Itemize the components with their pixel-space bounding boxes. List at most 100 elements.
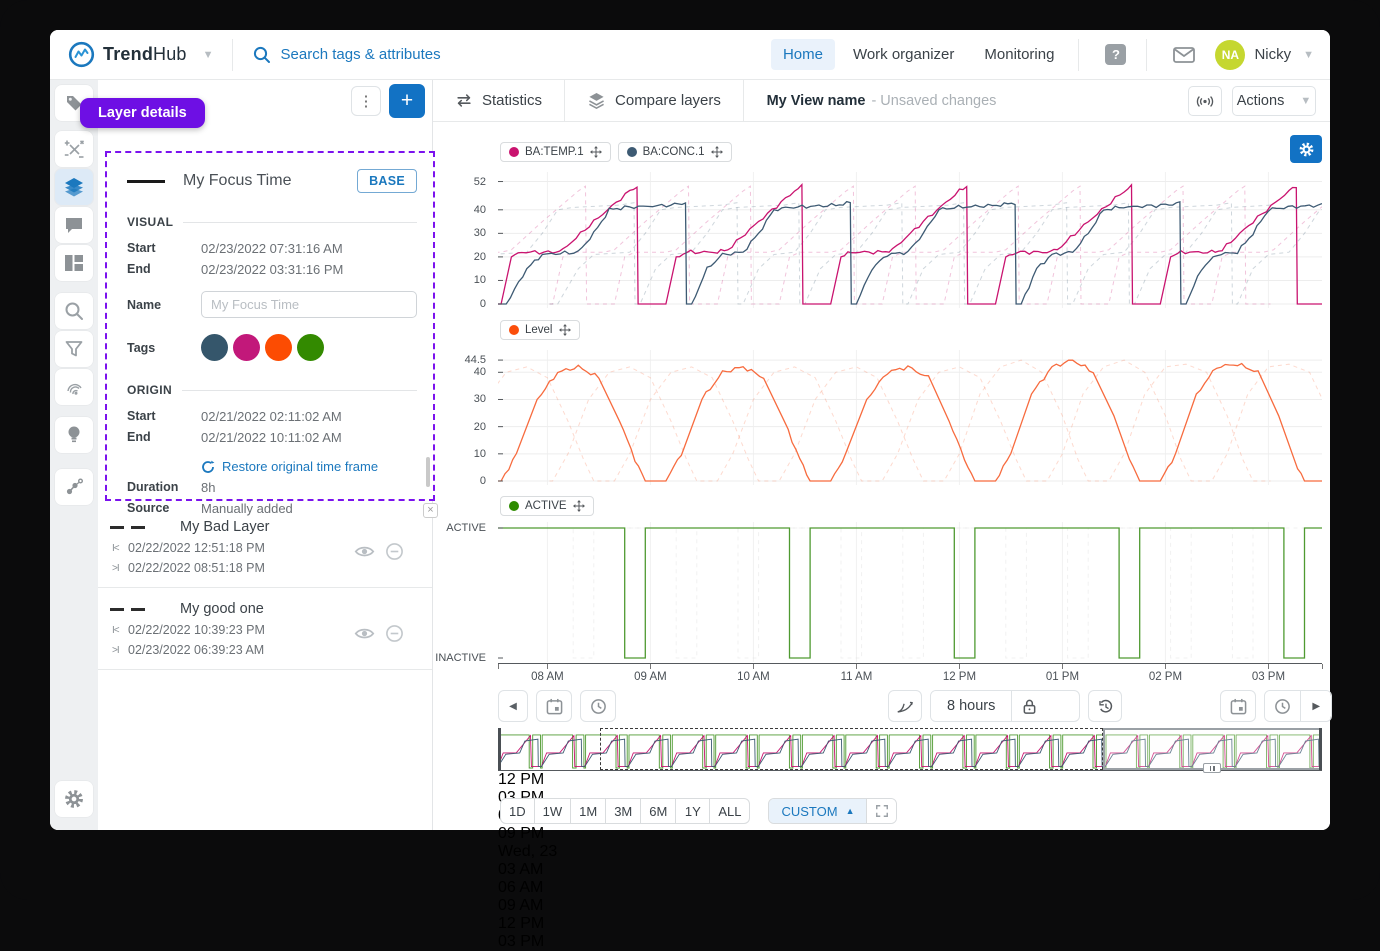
duration-label: Duration bbox=[127, 480, 201, 495]
range-button-all[interactable]: ALL bbox=[710, 798, 750, 824]
tag-color-blue[interactable] bbox=[201, 334, 228, 361]
legend-chip-active[interactable]: ACTIVE bbox=[500, 496, 594, 516]
layer-list-item[interactable]: My Bad Layer I<02/22/2022 12:51:18 PM >I… bbox=[98, 506, 432, 588]
nav-home[interactable]: Home bbox=[771, 39, 835, 70]
eye-icon[interactable] bbox=[354, 544, 375, 559]
overview-left-handle[interactable] bbox=[498, 728, 501, 770]
help-button[interactable]: ? bbox=[1091, 30, 1140, 80]
focus-window-drag-handle[interactable] bbox=[1203, 763, 1221, 773]
sidebar-item-comments[interactable] bbox=[54, 206, 94, 244]
nav-monitoring[interactable]: Monitoring bbox=[972, 39, 1066, 70]
eye-icon[interactable] bbox=[354, 626, 375, 641]
chart-level[interactable] bbox=[498, 350, 1322, 485]
range-button-1y[interactable]: 1Y bbox=[676, 798, 710, 824]
global-search[interactable] bbox=[253, 46, 611, 64]
compare-trends-button[interactable] bbox=[888, 690, 922, 722]
statistics-button[interactable]: Statistics bbox=[433, 80, 564, 122]
filter-icon bbox=[65, 340, 83, 358]
move-icon[interactable] bbox=[559, 324, 571, 336]
card-scrollbar[interactable] bbox=[426, 457, 430, 487]
history-icon bbox=[1097, 698, 1114, 715]
avatar: NA bbox=[1215, 40, 1245, 70]
move-icon[interactable] bbox=[711, 146, 723, 158]
nav-work-organizer[interactable]: Work organizer bbox=[841, 39, 966, 70]
legend-chip-ba-conc[interactable]: BA:CONC.1 bbox=[618, 142, 732, 162]
layer-list-item[interactable]: My good one I<02/22/2022 10:39:23 PM >I0… bbox=[98, 588, 432, 670]
context-overview[interactable] bbox=[498, 728, 1322, 770]
expand-icon[interactable] bbox=[866, 799, 896, 823]
add-layer-button[interactable]: + bbox=[389, 84, 425, 118]
live-mode-button[interactable] bbox=[1188, 86, 1222, 116]
brand-name: TrendHub bbox=[103, 44, 187, 65]
move-icon[interactable] bbox=[573, 500, 585, 512]
chart-settings-button[interactable] bbox=[1290, 135, 1322, 163]
end-time-button[interactable] bbox=[1265, 691, 1300, 721]
layer-range-box[interactable] bbox=[600, 728, 1103, 770]
compare-layers-button[interactable]: Compare layers bbox=[565, 80, 743, 122]
panel-kebab-menu-button[interactable]: ⋮ bbox=[351, 86, 381, 116]
time-tick-label: 08 AM bbox=[531, 671, 564, 683]
sidebar-item-settings[interactable] bbox=[54, 780, 94, 818]
legend-chip-ba-temp[interactable]: BA:TEMP.1 bbox=[500, 142, 611, 162]
sidebar-item-fingerprint[interactable] bbox=[54, 368, 94, 406]
pan-right-button[interactable]: ▶ bbox=[1300, 691, 1331, 721]
lock-duration-button[interactable] bbox=[1011, 691, 1047, 721]
remove-layer-icon[interactable] bbox=[385, 542, 404, 561]
range-button-1m[interactable]: 1M bbox=[571, 798, 606, 824]
range-button-1w[interactable]: 1W bbox=[535, 798, 572, 824]
sidebar-item-calculations[interactable] bbox=[54, 130, 94, 168]
move-icon[interactable] bbox=[590, 146, 602, 158]
chart-active[interactable] bbox=[498, 522, 1322, 662]
start-time-button[interactable] bbox=[580, 690, 616, 722]
tag-color-green[interactable] bbox=[297, 334, 324, 361]
series-color-dot bbox=[509, 325, 519, 335]
source-value: Manually added bbox=[201, 501, 293, 516]
sidebar-item-dashboards[interactable] bbox=[54, 244, 94, 282]
overview-right-handle[interactable] bbox=[1319, 728, 1322, 770]
y-tick-label: 0 bbox=[480, 298, 486, 310]
base-button[interactable]: BASE bbox=[357, 169, 417, 193]
custom-range-button[interactable]: CUSTOM▲ bbox=[769, 799, 866, 823]
close-icon[interactable]: × bbox=[423, 503, 438, 518]
layer-list: My Bad Layer I<02/22/2022 12:51:18 PM >I… bbox=[98, 506, 432, 670]
visual-section-heading: VISUAL bbox=[127, 215, 173, 229]
layer-name-input[interactable] bbox=[201, 291, 417, 318]
tag-color-orange[interactable] bbox=[265, 334, 292, 361]
pan-left-button[interactable]: ◀ bbox=[498, 690, 528, 722]
brand-chevron-down-icon[interactable]: ▼ bbox=[203, 49, 214, 61]
focus-window[interactable] bbox=[1103, 728, 1322, 770]
start-marker-icon: I< bbox=[112, 625, 128, 636]
history-button[interactable] bbox=[1088, 690, 1122, 722]
tag-color-pink[interactable] bbox=[233, 334, 260, 361]
sidebar-item-recommendations[interactable] bbox=[54, 416, 94, 454]
range-button-6m[interactable]: 6M bbox=[641, 798, 676, 824]
end-calendar-button[interactable] bbox=[1220, 690, 1256, 722]
actions-button[interactable]: Actions▼ bbox=[1232, 86, 1316, 116]
chevron-down-icon: ▼ bbox=[1300, 95, 1311, 107]
y-tick-label: 30 bbox=[474, 227, 486, 239]
remove-layer-icon[interactable] bbox=[385, 624, 404, 643]
duration-button[interactable]: 8 hours bbox=[931, 691, 1011, 721]
refresh-icon bbox=[201, 460, 215, 474]
sidebar-item-search[interactable] bbox=[54, 292, 94, 330]
start-calendar-button[interactable] bbox=[536, 690, 572, 722]
legend-chip-level[interactable]: Level bbox=[500, 320, 580, 340]
search-input[interactable] bbox=[281, 46, 611, 63]
source-label: Source bbox=[127, 501, 201, 516]
sidebar-item-data-points[interactable] bbox=[54, 468, 94, 506]
end-marker-icon: >I bbox=[112, 563, 128, 574]
inbox-button[interactable] bbox=[1159, 30, 1209, 80]
layer-name: My Bad Layer bbox=[180, 519, 269, 535]
sidebar-item-filters[interactable] bbox=[54, 330, 94, 368]
range-button-1d[interactable]: 1D bbox=[500, 798, 535, 824]
sidebar-item-layers[interactable] bbox=[54, 168, 94, 206]
time-tick-label: 03 PM bbox=[498, 933, 544, 950]
y-tick-label: 44.5 bbox=[465, 354, 486, 366]
user-name: Nicky bbox=[1254, 46, 1291, 63]
user-menu[interactable]: NA Nicky ▼ bbox=[1215, 40, 1330, 70]
restore-time-frame-link[interactable]: Restore original time frame bbox=[201, 459, 417, 474]
range-button-3m[interactable]: 3M bbox=[606, 798, 641, 824]
brand-logo[interactable]: TrendHub ▼ bbox=[50, 41, 214, 68]
chart-temp-conc[interactable] bbox=[498, 172, 1322, 308]
y-tick-label: 10 bbox=[474, 448, 486, 460]
